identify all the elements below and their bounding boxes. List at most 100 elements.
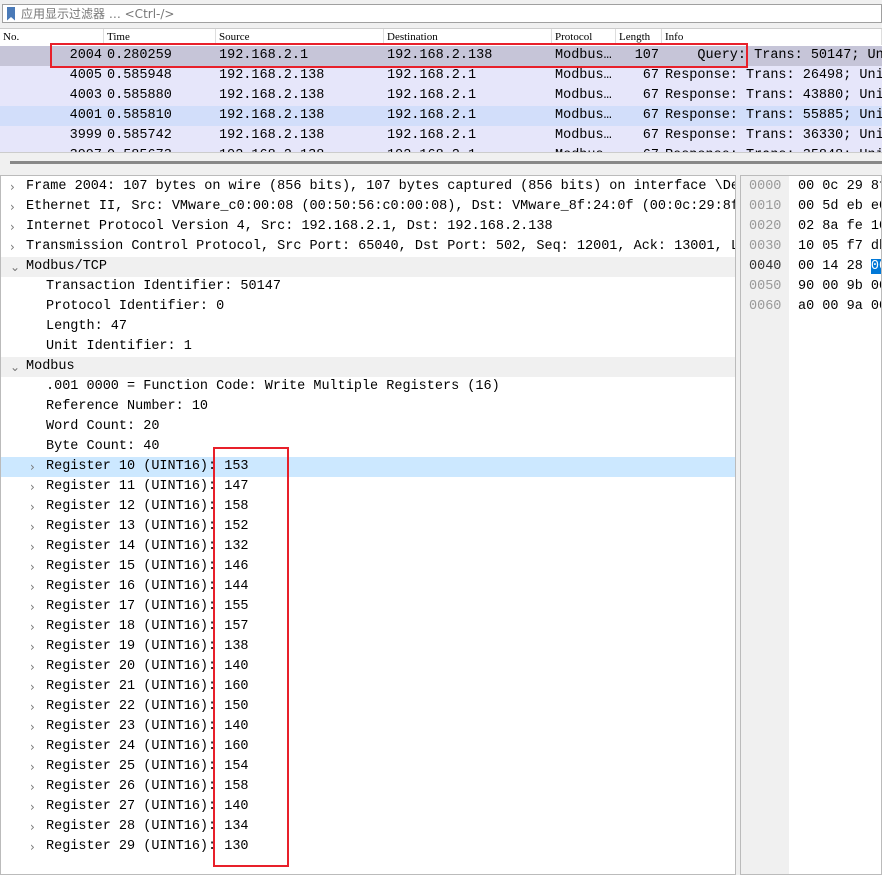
expand-arrow-icon[interactable]: ›: [30, 637, 35, 657]
packet-src: 192.168.2.138: [219, 68, 325, 83]
packet-details-pane: › Frame 2004: 107 bytes on wire (856 bits…: [0, 175, 736, 875]
tree-item[interactable]: › Ethernet II, Src: VMware_c0:00:08 (00:5…: [1, 197, 736, 217]
expand-arrow-icon[interactable]: ›: [30, 677, 35, 697]
packet-row[interactable]: 4005 0.585948 192.168.2.138 192.168.2.1 Modb…: [0, 66, 882, 86]
hex-bytes[interactable]: 02 8a fe 10: [798, 217, 882, 237]
register-tree-item[interactable]: › Register 22 (UINT16): 150: [1, 697, 735, 717]
packet-row[interactable]: 4003 0.585880 192.168.2.138 192.168.2.1 Modb…: [0, 86, 882, 106]
hex-selected-byte[interactable]: 00: [870, 259, 881, 274]
packet-proto: Modbus…: [555, 88, 612, 103]
register-tree-item[interactable]: › Register 20 (UINT16): 140: [1, 657, 735, 677]
register-tree-item[interactable]: › Register 12 (UINT16): 158: [1, 497, 735, 517]
expand-arrow-icon[interactable]: ›: [30, 757, 35, 777]
hex-bytes[interactable]: 10 05 f7 db: [798, 237, 882, 257]
packet-len: 67: [642, 128, 659, 143]
expand-arrow-icon[interactable]: ›: [30, 517, 35, 537]
expand-arrow-icon[interactable]: ›: [30, 777, 35, 797]
hex-bytes-text: 02 8a fe 10: [798, 219, 882, 234]
hex-bytes-text: 00 14 28: [798, 259, 871, 274]
tree-item[interactable]: › Internet Protocol Version 4, Src: 192.1…: [1, 217, 735, 237]
expand-arrow-icon[interactable]: ›: [30, 697, 35, 717]
packet-time: 0.585742: [107, 128, 172, 143]
tree-item[interactable]: ⌄ Modbus/TCP: [1, 257, 735, 277]
register-tree-item[interactable]: › Register 27 (UINT16): 140: [1, 797, 735, 817]
register-tree-item[interactable]: › Register 18 (UINT16): 157: [1, 617, 735, 637]
hex-bytes-text: 10 05 f7 db: [798, 239, 882, 254]
tree-item[interactable]: Reference Number: 10: [1, 397, 735, 417]
packet-row[interactable]: 3999 0.585742 192.168.2.138 192.168.2.1 Modb…: [0, 126, 882, 146]
expand-arrow-icon[interactable]: ›: [30, 537, 35, 557]
expand-arrow-icon[interactable]: ›: [30, 617, 35, 637]
expand-arrow-icon[interactable]: ›: [30, 657, 35, 677]
packet-info: Response: Trans: 55885; Unit: [665, 108, 882, 123]
expand-arrow-icon[interactable]: ›: [10, 197, 15, 217]
packet-len: 67: [642, 68, 659, 83]
collapse-arrow-icon[interactable]: ⌄: [10, 357, 20, 377]
register-tree-item[interactable]: › Register 29 (UINT16): 130: [1, 837, 735, 857]
tree-item[interactable]: › Transmission Control Protocol, Src Port…: [1, 237, 735, 257]
expand-arrow-icon[interactable]: ›: [30, 477, 35, 497]
tree-item[interactable]: Byte Count: 40: [1, 437, 735, 457]
collapse-arrow-icon[interactable]: ⌄: [10, 257, 20, 277]
hex-bytes[interactable]: a0 00 9a 00: [798, 297, 881, 317]
packet-src: 192.168.2.138: [219, 128, 325, 143]
bookmark-icon[interactable]: [7, 6, 15, 21]
register-tree-item[interactable]: › Register 13 (UINT16): 152: [1, 517, 735, 537]
tree-item[interactable]: Transaction Identifier: 50147: [1, 277, 735, 297]
packet-proto: Modbus…: [555, 68, 612, 83]
hex-bytes[interactable]: 00 14 28 00: [798, 257, 881, 277]
tree-item[interactable]: › Frame 2004: 107 bytes on wire (856 bits…: [1, 177, 735, 197]
register-tree-item[interactable]: › Register 23 (UINT16): 140: [1, 717, 735, 737]
packet-src: 192.168.2.138: [219, 88, 325, 103]
expand-arrow-icon[interactable]: ›: [30, 497, 35, 517]
display-filter-input[interactable]: 应用显示过滤器 … <Ctrl-/>: [21, 5, 174, 22]
hex-bytes[interactable]: 90 00 9b 00: [798, 277, 882, 297]
expand-arrow-icon[interactable]: ›: [30, 717, 35, 737]
hex-bytes[interactable]: 00 5d eb e0: [798, 197, 881, 217]
expand-arrow-icon[interactable]: ›: [30, 457, 35, 477]
register-tree-item[interactable]: › Register 15 (UINT16): 146: [1, 557, 735, 577]
expand-arrow-icon[interactable]: ›: [30, 817, 35, 837]
highlight-box-query-packet: [50, 43, 748, 68]
register-tree-item[interactable]: › Register 10 (UINT16): 153: [1, 457, 735, 477]
register-tree-item[interactable]: › Register 26 (UINT16): 158: [1, 777, 735, 797]
register-tree-item[interactable]: › Register 16 (UINT16): 144: [1, 577, 735, 597]
tree-item[interactable]: Length: 47: [1, 317, 735, 337]
tree-item-text: Word Count: 20: [46, 419, 160, 434]
tree-item-text: Length: 47: [46, 319, 128, 334]
register-tree-item[interactable]: › Register 19 (UINT16): 138: [1, 637, 735, 657]
packet-time: 0.585880: [107, 88, 172, 103]
scrollbar-thumb[interactable]: [10, 161, 882, 164]
expand-arrow-icon[interactable]: ›: [10, 177, 15, 197]
register-tree-item[interactable]: › Register 25 (UINT16): 154: [1, 757, 735, 777]
hex-bytes[interactable]: 00 0c 29 8f: [798, 177, 881, 197]
tree-item[interactable]: ⌄ Modbus: [1, 357, 735, 377]
hex-offset: 0040: [749, 259, 782, 274]
expand-arrow-icon[interactable]: ›: [30, 597, 35, 617]
register-tree-item[interactable]: › Register 21 (UINT16): 160: [1, 677, 735, 697]
tree-item[interactable]: .001 0000 = Function Code: Write Multipl…: [1, 377, 735, 397]
tree-item[interactable]: Protocol Identifier: 0: [1, 297, 735, 317]
expand-arrow-icon[interactable]: ›: [10, 217, 15, 237]
tree-item-text: Byte Count: 40: [46, 439, 160, 454]
expand-arrow-icon[interactable]: ›: [30, 797, 35, 817]
tree-item-text: Ethernet II, Src: VMware_c0:00:08 (00:50…: [26, 199, 736, 214]
register-tree-item[interactable]: › Register 24 (UINT16): 160: [1, 737, 735, 757]
packet-row[interactable]: 4001 0.585810 192.168.2.138 192.168.2.1 Modb…: [0, 106, 882, 126]
tree-item[interactable]: Word Count: 20: [1, 417, 735, 437]
packet-src: 192.168.2.138: [219, 108, 325, 123]
expand-arrow-icon[interactable]: ›: [10, 237, 15, 257]
expand-arrow-icon[interactable]: ›: [30, 557, 35, 577]
display-filter-bar[interactable]: 应用显示过滤器 … <Ctrl-/>: [2, 4, 882, 23]
register-tree-item[interactable]: › Register 17 (UINT16): 155: [1, 597, 735, 617]
tree-item[interactable]: Unit Identifier: 1: [1, 337, 735, 357]
register-tree-item[interactable]: › Register 28 (UINT16): 134: [1, 817, 735, 837]
register-tree-item[interactable]: › Register 14 (UINT16): 132: [1, 537, 735, 557]
register-tree-item[interactable]: › Register 11 (UINT16): 147: [1, 477, 735, 497]
expand-arrow-icon[interactable]: ›: [30, 577, 35, 597]
hex-offset: 0030: [749, 239, 782, 254]
expand-arrow-icon[interactable]: ›: [30, 837, 35, 857]
horizontal-scrollbar[interactable]: [0, 152, 882, 170]
hex-bytes-text: 90 00 9b 00: [798, 279, 882, 294]
expand-arrow-icon[interactable]: ›: [30, 737, 35, 757]
